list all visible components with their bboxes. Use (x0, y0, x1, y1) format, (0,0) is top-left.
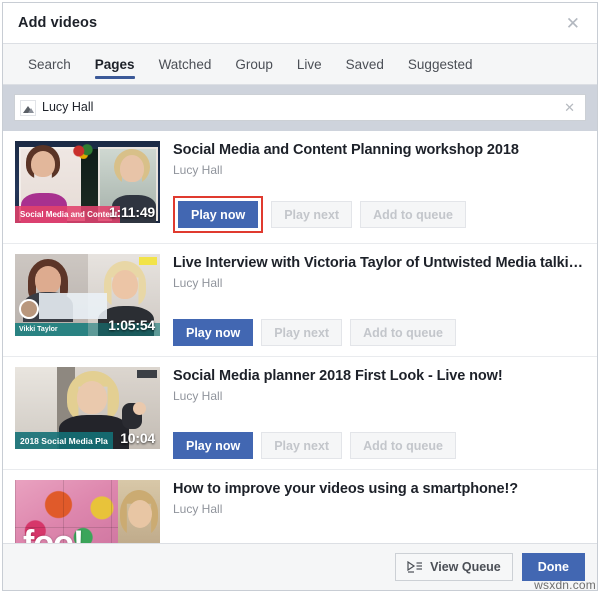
tab-pages[interactable]: Pages (83, 44, 147, 84)
video-author: Lucy Hall (173, 389, 223, 404)
search-input[interactable]: Lucy Hall ✕ (14, 94, 586, 121)
thumbnail-caption: Vikki Taylor (15, 323, 88, 336)
tab-live[interactable]: Live (285, 44, 334, 84)
play-next-button[interactable]: Play next (271, 201, 353, 228)
play-now-button[interactable]: Play now (178, 201, 259, 228)
play-now-button[interactable]: Play now (173, 432, 254, 459)
video-title[interactable]: Social Media planner 2018 First Look - L… (173, 368, 585, 385)
video-results-list: Social Media and Content Planning W 1:11… (3, 131, 597, 543)
video-thumbnail[interactable]: Vikki Taylor 1:05:54 (15, 254, 160, 336)
search-value: Lucy Hall (42, 100, 94, 115)
thumbnail-caption: 2018 Social Media Pla (15, 432, 113, 449)
video-duration: 10:04 (120, 430, 155, 446)
dialog-footer: View Queue Done (3, 543, 597, 590)
video-author: Lucy Hall (173, 163, 223, 178)
close-icon[interactable]: ✕ (563, 13, 583, 34)
video-meta: Social Media and Content Planning worksh… (173, 141, 585, 233)
tab-bar: Search Pages Watched Group Live Saved Su… (3, 44, 597, 85)
play-now-highlight: Play now (173, 196, 264, 233)
tab-search[interactable]: Search (16, 44, 83, 84)
video-thumbnail[interactable]: 2018 Social Media Pla 10:04 (15, 367, 160, 449)
add-to-queue-button[interactable]: Add to queue (350, 432, 456, 459)
tab-saved[interactable]: Saved (334, 44, 396, 84)
play-now-button[interactable]: Play now (173, 319, 254, 346)
row-actions: Play now Play next Add to queue (173, 319, 585, 346)
video-title[interactable]: Social Media and Content Planning worksh… (173, 142, 585, 159)
dialog-title: Add videos (18, 15, 98, 31)
done-button[interactable]: Done (521, 553, 585, 581)
video-meta: How to improve your videos using a smart… (173, 480, 585, 543)
tab-suggested[interactable]: Suggested (396, 44, 485, 84)
add-to-queue-button[interactable]: Add to queue (350, 319, 456, 346)
add-to-queue-button[interactable]: Add to queue (360, 201, 466, 228)
view-queue-button[interactable]: View Queue (395, 553, 513, 581)
video-author: Lucy Hall (173, 502, 223, 517)
video-title[interactable]: How to improve your videos using a smart… (173, 481, 585, 498)
video-title[interactable]: Live Interview with Victoria Taylor of U… (173, 255, 585, 272)
thumbnail-caption: Social Media and Content Planning W (15, 206, 120, 223)
video-thumbnail[interactable]: Social Media and Content Planning W 1:11… (15, 141, 160, 223)
video-duration: 1:05:54 (108, 317, 155, 333)
video-author: Lucy Hall (173, 276, 223, 291)
video-duration: 1:11:49 (108, 204, 155, 220)
table-row[interactable]: foo! How to improve your videos using a … (3, 470, 597, 543)
view-queue-label: View Queue (430, 560, 501, 574)
table-row[interactable]: 2018 Social Media Pla 10:04 Social Media… (3, 357, 597, 470)
add-videos-dialog: Add videos ✕ Search Pages Watched Group … (2, 2, 598, 591)
page-avatar-icon (20, 99, 36, 116)
play-next-button[interactable]: Play next (261, 319, 343, 346)
row-actions: Play now Play next Add to queue (173, 432, 585, 459)
play-queue-icon (407, 560, 423, 573)
table-row[interactable]: Vikki Taylor 1:05:54 Live Interview with… (3, 244, 597, 357)
video-meta: Social Media planner 2018 First Look - L… (173, 367, 585, 459)
dialog-header: Add videos ✕ (3, 3, 597, 44)
row-actions: Play now Play next Add to queue (173, 196, 585, 233)
tab-watched[interactable]: Watched (147, 44, 224, 84)
video-meta: Live Interview with Victoria Taylor of U… (173, 254, 585, 346)
search-zone: Lucy Hall ✕ (3, 85, 597, 131)
video-thumbnail[interactable]: foo! (15, 480, 160, 543)
clear-search-icon[interactable]: ✕ (562, 101, 577, 114)
table-row[interactable]: Social Media and Content Planning W 1:11… (3, 131, 597, 244)
tab-group[interactable]: Group (223, 44, 285, 84)
play-next-button[interactable]: Play next (261, 432, 343, 459)
